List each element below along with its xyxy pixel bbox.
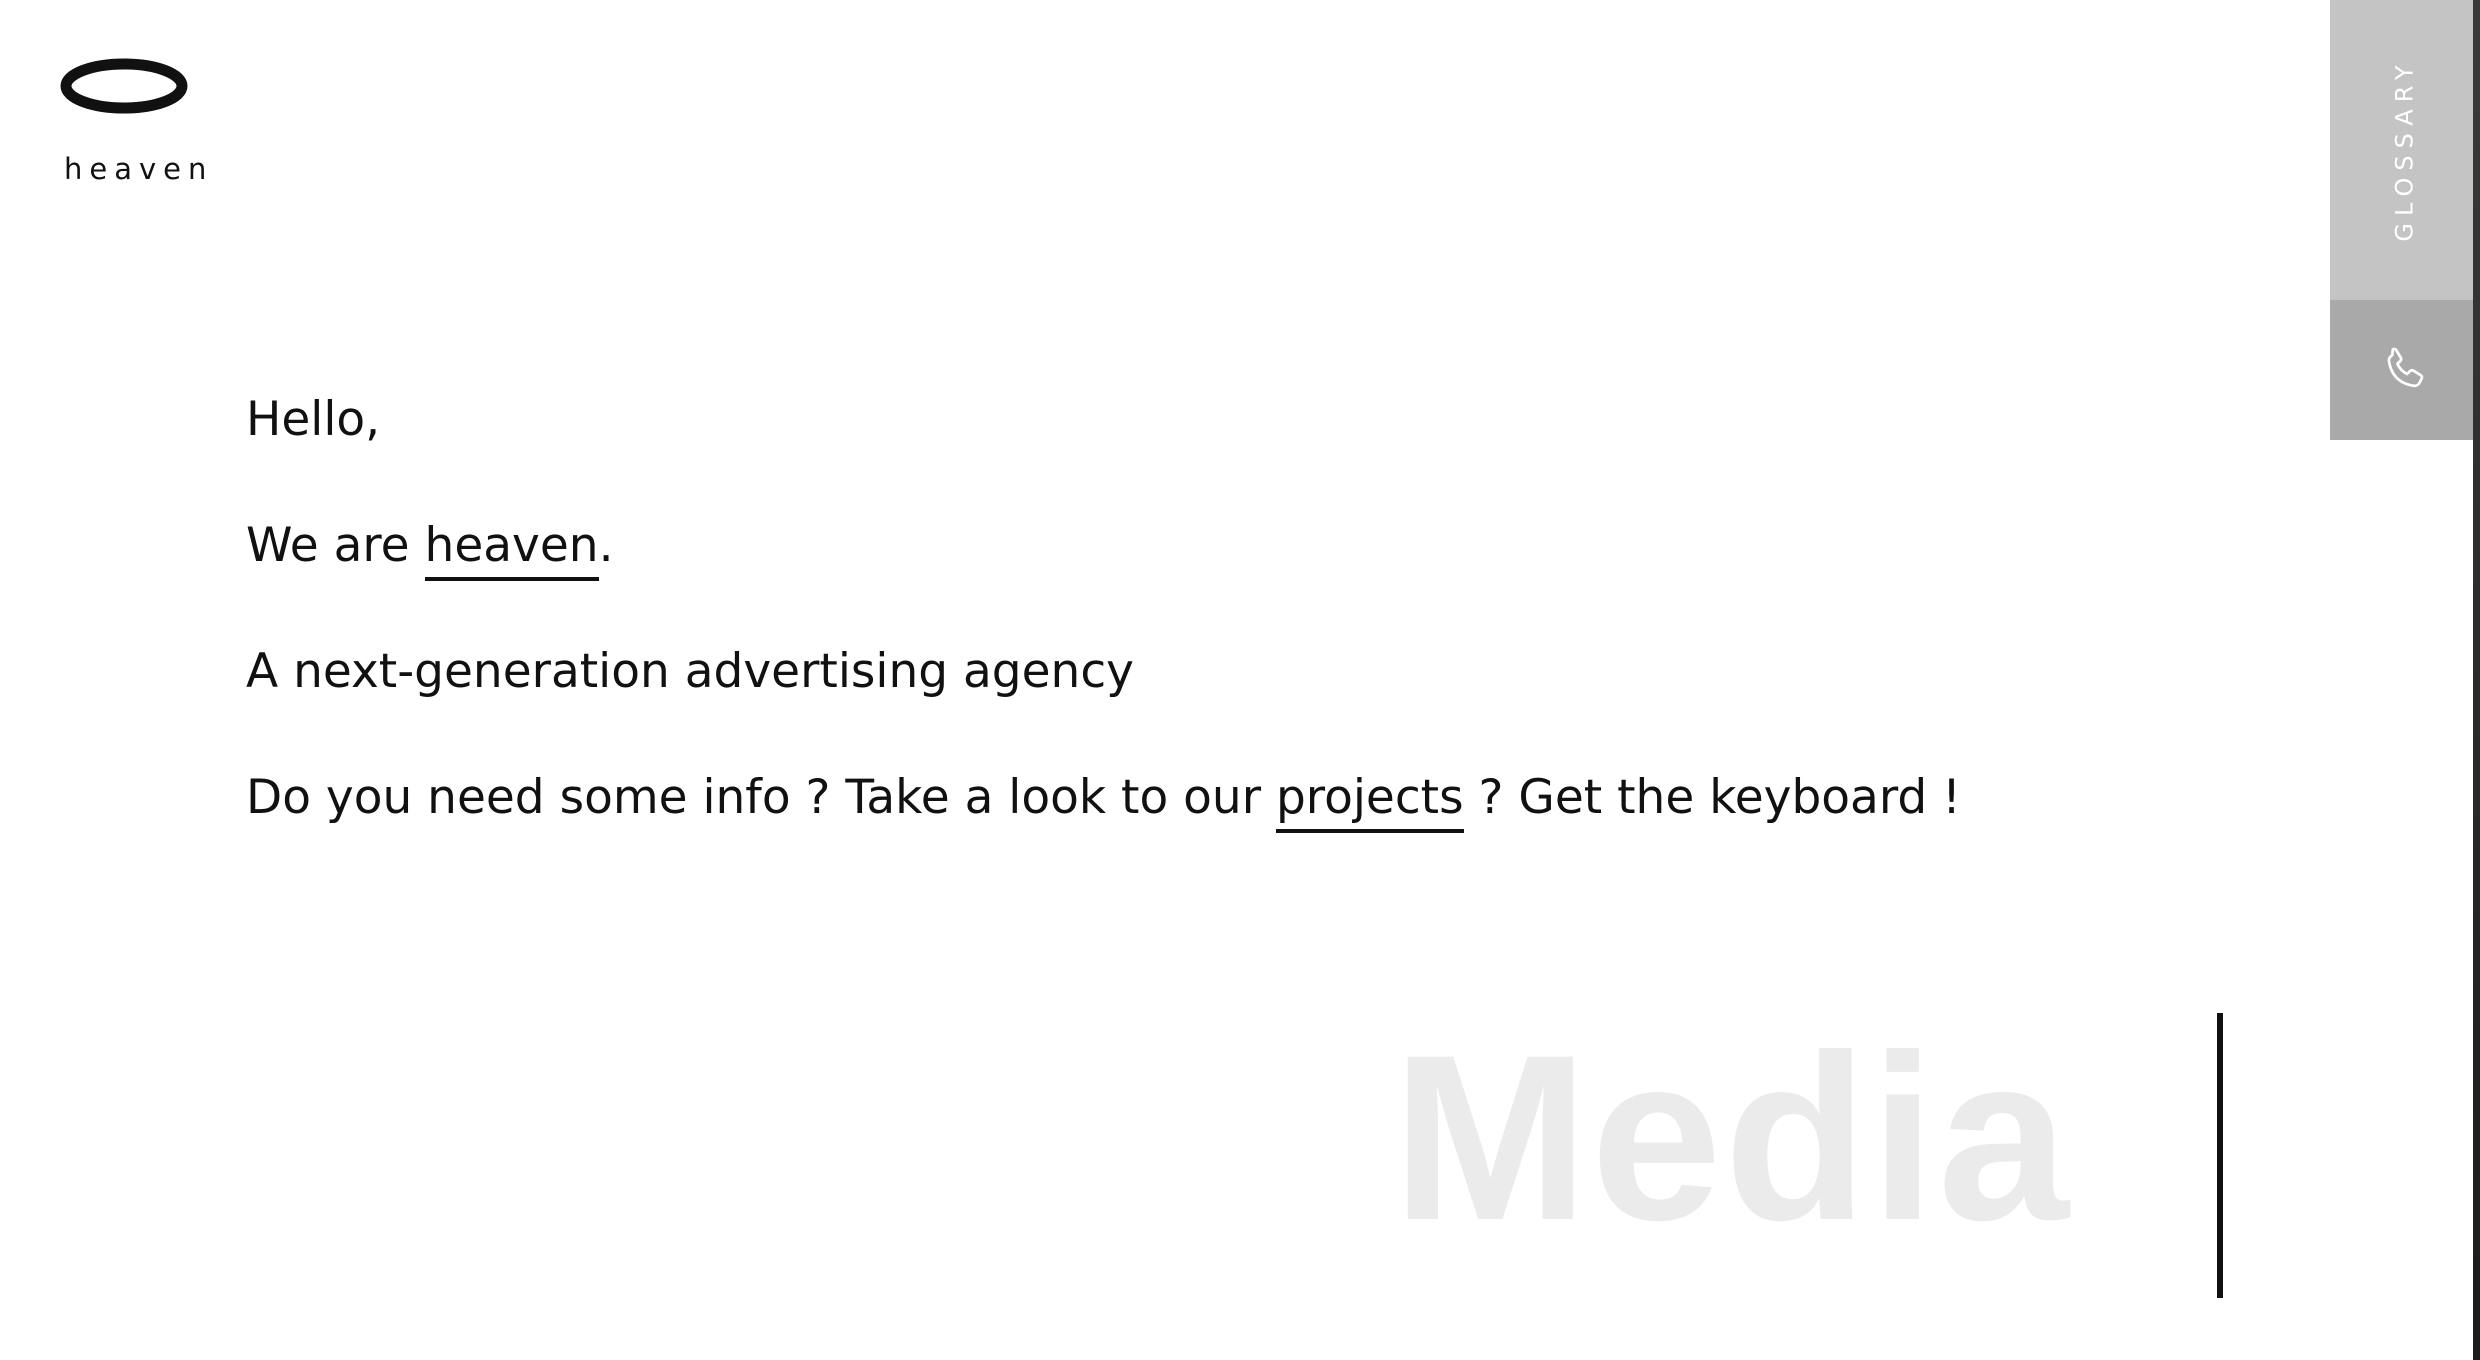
- contact-phone-button[interactable]: [2330, 300, 2480, 440]
- tagline-text: A next-generation advertising agency: [246, 644, 1134, 699]
- typing-caret: [2217, 1013, 2223, 1298]
- info-line: Do you need some info ? Take a look to o…: [246, 758, 2246, 884]
- phone-icon: [2387, 347, 2424, 388]
- we-are-prefix: We are: [246, 518, 425, 573]
- info-prefix: Do you need some info ? Take a look to o…: [246, 770, 1276, 825]
- window-edge-divider: [2473, 0, 2480, 1360]
- intro-section: Hello, We are heaven. A next-generation …: [246, 380, 2246, 884]
- we-are-suffix: .: [598, 518, 614, 573]
- tagline-line: A next-generation advertising agency: [246, 632, 2246, 758]
- brand-name: heaven: [64, 152, 214, 186]
- greeting-text: Hello,: [246, 392, 381, 447]
- brand-logo-link[interactable]: heaven: [60, 58, 214, 186]
- ellipse-ring-logo-icon: [60, 58, 188, 114]
- heaven-link[interactable]: heaven: [424, 518, 599, 581]
- glossary-label: GLOSSARY: [2391, 58, 2420, 242]
- greeting-line: Hello,: [246, 380, 2246, 506]
- we-are-line: We are heaven.: [246, 506, 2246, 632]
- info-suffix: ? Get the keyboard !: [1463, 770, 1961, 825]
- rotating-service-word: Media: [1392, 1006, 2071, 1270]
- glossary-tab[interactable]: GLOSSARY: [2330, 0, 2480, 300]
- projects-link[interactable]: projects: [1275, 770, 1464, 833]
